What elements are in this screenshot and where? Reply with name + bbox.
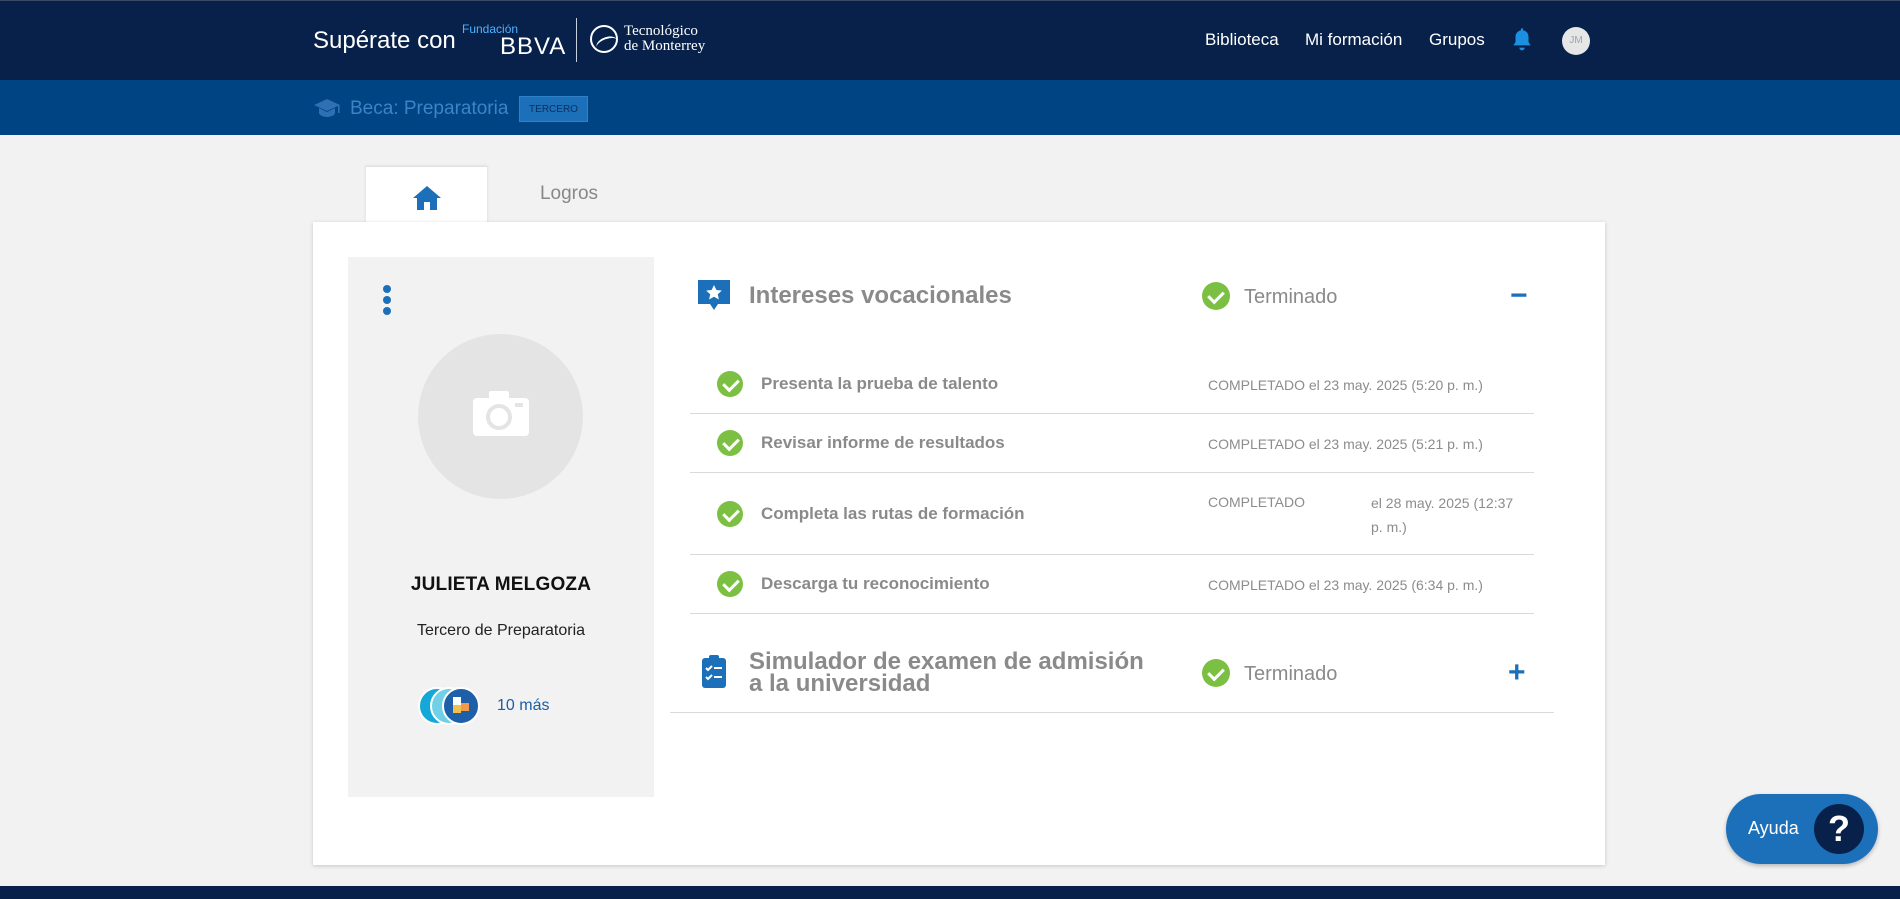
section-title-line2: a la universidad	[749, 670, 931, 697]
tec-logo: Tecnológico de Monterrey	[590, 24, 705, 54]
user-avatar[interactable]: JM	[1562, 27, 1590, 55]
divider	[690, 472, 1534, 473]
top-navbar	[0, 0, 1900, 80]
bbva-logo: Fundación BBVA	[462, 22, 566, 61]
divider	[690, 554, 1534, 555]
nav-mi-formacion[interactable]: Mi formación	[1305, 30, 1402, 50]
vocational-star-icon	[698, 280, 730, 310]
section-title-intereses: Intereses vocacionales	[749, 282, 1012, 309]
bbva-wordmark: BBVA	[500, 33, 567, 60]
help-label: Ayuda	[1748, 818, 1799, 838]
camera-icon	[473, 391, 529, 436]
brand-divider	[576, 18, 577, 62]
section-status: Terminado	[1244, 286, 1338, 308]
badges-more-link[interactable]: 10 más	[497, 697, 549, 715]
status-check-icon	[1202, 282, 1230, 310]
question-icon: ?	[1814, 804, 1864, 854]
status-check-icon	[1202, 659, 1230, 687]
divider	[670, 712, 1554, 713]
clipboard-checklist-icon	[702, 655, 726, 688]
brand-logo[interactable]: Supérate con	[313, 22, 456, 55]
task-title[interactable]: Descarga tu reconocimiento	[761, 574, 990, 594]
tec-emblem-icon	[590, 25, 618, 53]
task-completion: COMPLETADO el 23 may. 2025 (5:21 p. m.)	[1208, 436, 1483, 452]
nav-grupos[interactable]: Grupos	[1429, 30, 1485, 50]
graduation-cap-icon	[314, 99, 340, 117]
task-completion-date: p. m.)	[1371, 519, 1407, 535]
nav-biblioteca[interactable]: Biblioteca	[1205, 30, 1279, 50]
program-title: Beca: Preparatoria	[350, 98, 509, 119]
section-status: Terminado	[1244, 663, 1338, 685]
expand-toggle[interactable]: +	[1508, 658, 1526, 688]
section-title-simulador: Simulador de examen de admisión a la uni…	[749, 650, 1144, 697]
puzzle-badge-icon	[442, 687, 480, 725]
home-icon	[413, 186, 441, 210]
help-button[interactable]: Ayuda ?	[1726, 794, 1878, 864]
tab-home[interactable]	[365, 166, 488, 224]
divider	[690, 413, 1534, 414]
task-title[interactable]: Completa las rutas de formación	[761, 504, 1025, 524]
footer	[0, 886, 1900, 899]
bell-icon[interactable]	[1509, 27, 1535, 53]
item-check-icon	[717, 501, 743, 527]
brand-text: Supérate con	[313, 27, 456, 54]
profile-grade: Tercero de Preparatoria	[416, 622, 586, 639]
grade-badge: TERCERO	[519, 96, 588, 122]
tab-logros[interactable]: Logros	[488, 166, 650, 224]
task-completion-date: el 28 may. 2025 (12:37	[1371, 495, 1514, 511]
item-check-icon	[717, 371, 743, 397]
program-bar	[0, 80, 1900, 135]
item-check-icon	[717, 430, 743, 456]
task-completion: COMPLETADO el 23 may. 2025 (5:20 p. m.)	[1208, 377, 1483, 393]
task-completion-status: COMPLETADO	[1208, 494, 1305, 510]
task-completion: COMPLETADO el 23 may. 2025 (6:34 p. m.)	[1208, 577, 1483, 593]
tec-name-line1: Tecnológico	[624, 23, 698, 39]
divider	[690, 613, 1534, 614]
collapse-toggle[interactable]: −	[1510, 281, 1528, 311]
tec-name-line2: de Monterrey	[624, 38, 706, 54]
profile-name: JULIETA MELGOZA	[410, 574, 592, 595]
task-title[interactable]: Revisar informe de resultados	[761, 433, 1005, 453]
badge-stack[interactable]	[418, 687, 492, 725]
task-title[interactable]: Presenta la prueba de talento	[761, 374, 998, 394]
item-check-icon	[717, 571, 743, 597]
kebab-menu-icon[interactable]	[381, 285, 393, 321]
